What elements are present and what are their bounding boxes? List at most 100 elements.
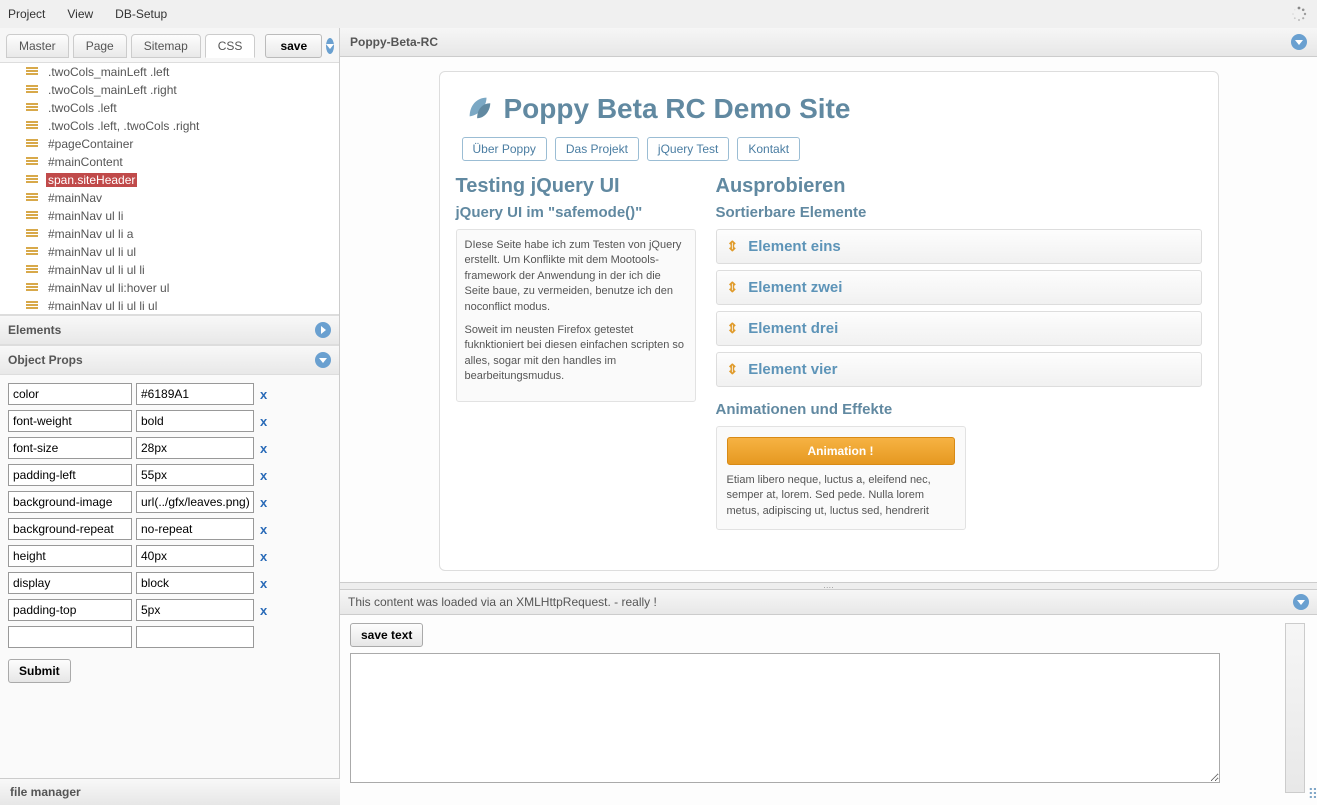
prop-key-input[interactable] [8, 491, 132, 513]
prop-value-input[interactable] [136, 464, 254, 486]
prop-row: x [8, 572, 331, 594]
sortable-item[interactable]: ⇕Element zwei [716, 270, 1202, 305]
drag-handle-icon[interactable]: ⇕ [727, 279, 739, 296]
site-nav-item[interactable]: Das Projekt [555, 137, 639, 161]
tab-css[interactable]: CSS [205, 34, 256, 58]
prop-delete-icon[interactable]: x [258, 414, 269, 429]
prop-value-input[interactable] [136, 491, 254, 513]
preview-canvas[interactable]: Poppy Beta RC Demo Site Über PoppyDas Pr… [340, 57, 1317, 582]
css-selector-item[interactable]: #mainNav ul li ul li [0, 261, 339, 279]
collapse-preview-icon[interactable] [1291, 34, 1307, 50]
drag-handle-icon[interactable]: ⇕ [727, 320, 739, 337]
prop-value-input[interactable] [136, 572, 254, 594]
menu-project[interactable]: Project [8, 7, 45, 21]
css-rule-icon [26, 103, 40, 113]
drag-handle-icon[interactable]: ⇕ [727, 238, 739, 255]
prop-key-input[interactable] [8, 545, 132, 567]
prop-key-input[interactable] [8, 383, 132, 405]
menu-view[interactable]: View [67, 7, 93, 21]
css-selector-label: #mainContent [46, 155, 125, 169]
css-selector-item[interactable]: #mainNav ul li ul [0, 243, 339, 261]
css-selector-item[interactable]: #mainNav [0, 189, 339, 207]
resize-grip-icon[interactable]: ⠿ [1308, 786, 1315, 803]
object-props-pane-header[interactable]: Object Props [0, 345, 339, 375]
css-selector-item[interactable]: #mainNav ul li ul li ul [0, 297, 339, 315]
sortable-list[interactable]: ⇕Element eins⇕Element zwei⇕Element drei⇕… [716, 229, 1202, 387]
prop-row: x [8, 518, 331, 540]
animation-box: Animation ! Etiam libero neque, luctus a… [716, 426, 966, 530]
collapse-left-tabs-icon[interactable] [326, 38, 334, 54]
prop-delete-icon[interactable]: x [258, 603, 269, 618]
prop-delete-icon[interactable]: x [258, 387, 269, 402]
horizontal-splitter[interactable]: ···· [340, 582, 1317, 590]
animation-button[interactable]: Animation ! [727, 437, 955, 465]
sortable-item[interactable]: ⇕Element eins [716, 229, 1202, 264]
css-selector-item[interactable]: .twoCols .left, .twoCols .right [0, 117, 339, 135]
prop-row: x [8, 464, 331, 486]
sortable-item[interactable]: ⇕Element vier [716, 352, 1202, 387]
css-selector-item[interactable]: .twoCols_mainLeft .left [0, 63, 339, 81]
prop-delete-icon[interactable]: x [258, 549, 269, 564]
css-selector-item[interactable]: #mainContent [0, 153, 339, 171]
prop-delete-icon[interactable]: x [258, 495, 269, 510]
preview-header-bar: Poppy-Beta-RC [340, 28, 1317, 57]
prop-key-input[interactable] [8, 464, 132, 486]
preview-title: Poppy-Beta-RC [350, 35, 438, 49]
content-textarea[interactable] [350, 653, 1220, 783]
site-nav-item[interactable]: jQuery Test [647, 137, 729, 161]
prop-delete-icon[interactable]: x [258, 441, 269, 456]
side-scroll-track[interactable] [1285, 623, 1305, 793]
prop-value-blank[interactable] [136, 626, 254, 648]
left-col-textbox: DIese Seite habe ich zum Testen von jQue… [456, 229, 696, 402]
css-selector-label: .twoCols .left, .twoCols .right [46, 119, 201, 133]
loading-spinner-icon [1291, 6, 1307, 22]
file-manager-bar[interactable]: file manager [0, 778, 340, 805]
menu-dbsetup[interactable]: DB-Setup [115, 7, 167, 21]
prop-value-input[interactable] [136, 437, 254, 459]
prop-delete-icon[interactable]: x [258, 576, 269, 591]
site-nav-item[interactable]: Kontakt [737, 137, 800, 161]
prop-row: x [8, 599, 331, 621]
drag-handle-icon[interactable]: ⇕ [727, 361, 739, 378]
elements-pane-header[interactable]: Elements [0, 315, 339, 345]
prop-value-input[interactable] [136, 383, 254, 405]
collapse-console-icon[interactable] [1293, 594, 1309, 610]
css-selector-item[interactable]: span.siteHeader [0, 171, 339, 189]
leaves-logo-icon [464, 92, 494, 125]
prop-value-input[interactable] [136, 599, 254, 621]
css-selector-label: .twoCols_mainLeft .right [46, 83, 179, 97]
css-rule-icon [26, 301, 40, 311]
css-selector-item[interactable]: #mainNav ul li [0, 207, 339, 225]
collapse-elements-icon[interactable] [315, 322, 331, 338]
site-nav-item[interactable]: Über Poppy [462, 137, 547, 161]
prop-key-blank[interactable] [8, 626, 132, 648]
css-selector-item[interactable]: #mainNav ul li:hover ul [0, 279, 339, 297]
prop-key-input[interactable] [8, 572, 132, 594]
collapse-props-icon[interactable] [315, 352, 331, 368]
prop-value-input[interactable] [136, 545, 254, 567]
prop-delete-icon[interactable]: x [258, 522, 269, 537]
tab-master[interactable]: Master [6, 34, 69, 58]
css-selector-item[interactable]: .twoCols_mainLeft .right [0, 81, 339, 99]
prop-key-input[interactable] [8, 518, 132, 540]
prop-key-input[interactable] [8, 437, 132, 459]
tab-sitemap[interactable]: Sitemap [131, 34, 201, 58]
sortable-item[interactable]: ⇕Element drei [716, 311, 1202, 346]
prop-value-input[interactable] [136, 410, 254, 432]
css-rule-icon [26, 121, 40, 131]
css-selector-item[interactable]: #pageContainer [0, 135, 339, 153]
css-selector-item[interactable]: #mainNav ul li a [0, 225, 339, 243]
tab-page[interactable]: Page [73, 34, 127, 58]
css-selector-item[interactable]: .twoCols .left [0, 99, 339, 117]
prop-key-input[interactable] [8, 410, 132, 432]
prop-key-input[interactable] [8, 599, 132, 621]
css-rule-icon [26, 157, 40, 167]
prop-row: x [8, 383, 331, 405]
prop-delete-icon[interactable]: x [258, 468, 269, 483]
css-selector-label: #mainNav ul li ul li [46, 263, 147, 277]
prop-value-input[interactable] [136, 518, 254, 540]
submit-button[interactable]: Submit [8, 659, 71, 683]
css-selector-tree[interactable]: .twoCols_mainLeft .left .twoCols_mainLeft… [0, 63, 339, 315]
save-text-button[interactable]: save text [350, 623, 423, 647]
save-button[interactable]: save [265, 34, 322, 58]
